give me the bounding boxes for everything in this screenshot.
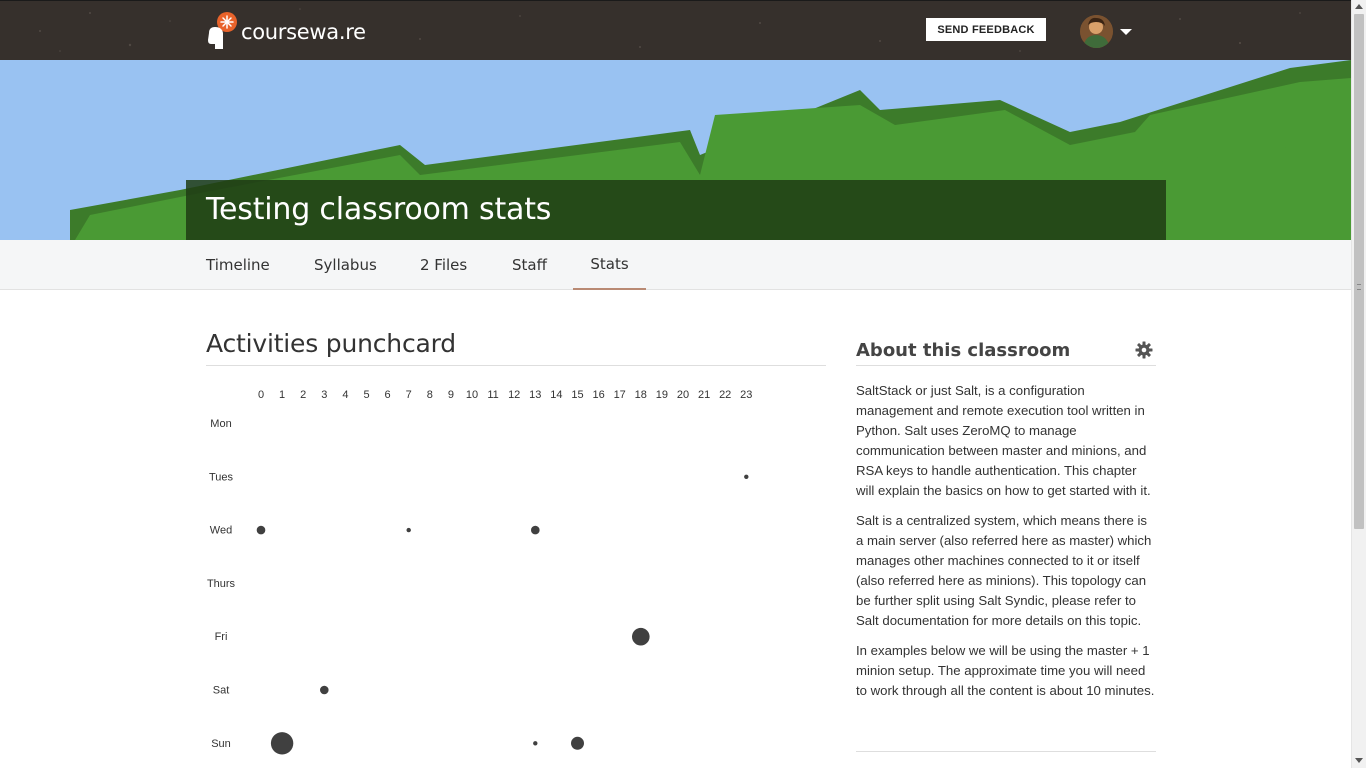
x-tick-label: 6 <box>385 389 391 401</box>
tab-files[interactable]: 2 Files <box>420 240 467 290</box>
x-tick-label: 15 <box>571 389 583 401</box>
y-day-label: Sun <box>211 738 231 750</box>
classroom-title: Testing classroom stats <box>206 192 552 227</box>
y-day-label: Sat <box>213 685 230 697</box>
punchcard-dot <box>744 474 749 479</box>
scroll-grip-icon <box>1357 284 1361 290</box>
about-bottom-divider <box>856 751 1156 752</box>
about-paragraph: Salt is a centralized system, which mean… <box>856 513 1152 628</box>
x-tick-label: 9 <box>448 389 454 401</box>
y-day-label: Tues <box>209 471 234 483</box>
x-tick-label: 14 <box>550 389 562 401</box>
about-paragraph: In examples below we will be using the m… <box>856 643 1155 698</box>
tab-staff[interactable]: Staff <box>512 240 547 290</box>
scroll-down-arrow-icon[interactable] <box>1355 758 1363 763</box>
punchcard-dot <box>531 525 540 535</box>
y-day-label: Mon <box>210 418 231 430</box>
vertical-scrollbar[interactable] <box>1351 0 1366 768</box>
x-tick-label: 22 <box>719 389 731 401</box>
avatar-image <box>1080 15 1113 48</box>
chevron-down-icon[interactable] <box>1120 29 1132 35</box>
top-navbar: coursewa.re SEND FEEDBACK <box>0 0 1351 60</box>
punchcard-dot <box>270 732 294 755</box>
y-day-label: Thurs <box>207 578 236 590</box>
x-tick-label: 16 <box>592 389 604 401</box>
punchcard-dot <box>571 736 584 750</box>
x-tick-label: 1 <box>279 389 285 401</box>
scroll-up-arrow-icon[interactable] <box>1355 4 1363 9</box>
x-tick-label: 10 <box>466 389 478 401</box>
punchcard-dot <box>533 741 538 746</box>
scrollbar-thumb[interactable] <box>1354 14 1364 529</box>
user-avatar[interactable] <box>1080 15 1113 48</box>
x-tick-label: 13 <box>529 389 541 401</box>
punchcard-divider <box>206 365 826 366</box>
logo-icon <box>208 12 237 49</box>
about-paragraph: SaltStack or just Salt, is a configurati… <box>856 383 1151 498</box>
punchcard-dot <box>320 685 329 695</box>
tab-timeline[interactable]: Timeline <box>206 240 270 290</box>
y-day-label: Fri <box>215 631 228 643</box>
punchcard-title: Activities punchcard <box>206 329 456 358</box>
navbar-texture <box>39 8 1301 52</box>
tab-syllabus[interactable]: Syllabus <box>314 240 377 290</box>
about-title: About this classroom <box>856 340 1071 361</box>
x-tick-label: 20 <box>677 389 689 401</box>
title-overlay: Testing classroom stats <box>186 180 1166 240</box>
brand-logo[interactable]: coursewa.re <box>205 11 366 51</box>
x-tick-label: 17 <box>614 389 626 401</box>
x-tick-label: 8 <box>427 389 433 401</box>
punchcard-dot <box>406 527 411 533</box>
x-tick-label: 7 <box>406 389 412 401</box>
about-divider <box>856 365 1156 366</box>
punchcard-dot <box>632 627 650 646</box>
brand-name: coursewa.re <box>241 20 366 44</box>
x-tick-label: 18 <box>635 389 647 401</box>
activities-punchcard-chart: 0 1 2 3 4 5 6 7 8 9 10 11 12 13 14 15 16 17 18 19 20 21 22 23Mo… <box>207 389 752 755</box>
send-feedback-button[interactable]: SEND FEEDBACK <box>926 18 1046 41</box>
x-tick-label: 19 <box>656 389 668 401</box>
x-tick-label: 23 <box>740 389 752 401</box>
about-description: SaltStack or just Salt, is a configurati… <box>856 381 1156 711</box>
gear-icon[interactable] <box>1134 340 1154 360</box>
x-tick-label: 12 <box>508 389 520 401</box>
x-tick-label: 2 <box>300 389 306 401</box>
x-tick-label: 4 <box>342 389 348 401</box>
tab-stats[interactable]: Stats <box>573 240 646 290</box>
x-tick-label: 5 <box>363 389 369 401</box>
punchcard-dot <box>256 525 266 535</box>
classroom-banner: Testing classroom stats <box>0 60 1351 240</box>
x-tick-label: 21 <box>698 389 710 401</box>
y-day-label: Wed <box>210 525 232 537</box>
x-tick-label: 0 <box>258 389 264 401</box>
x-tick-label: 3 <box>321 389 327 401</box>
classroom-tabs: Timeline Syllabus 2 Files Staff Stats <box>0 240 1351 290</box>
x-tick-label: 11 <box>487 389 498 401</box>
